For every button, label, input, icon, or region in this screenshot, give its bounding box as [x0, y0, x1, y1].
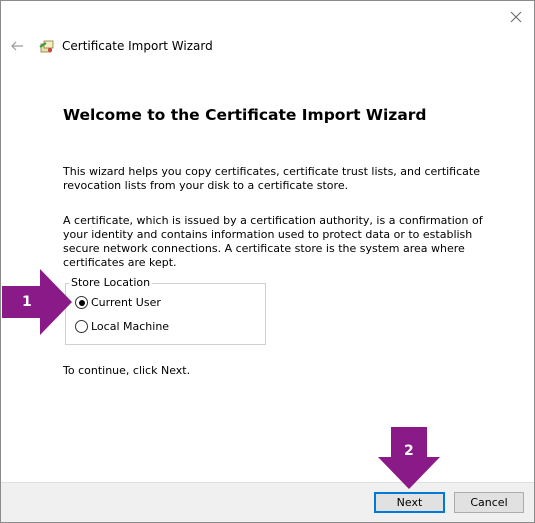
callout-number-2: 2	[404, 443, 414, 459]
radio-local-machine[interactable]: Local Machine	[75, 320, 169, 333]
next-button[interactable]: Next	[374, 492, 445, 513]
wizard-title: Certificate Import Wizard	[62, 39, 213, 53]
close-button[interactable]	[506, 7, 526, 27]
certificate-icon	[39, 40, 54, 53]
wizard-window: Certificate Import Wizard Welcome to the…	[0, 0, 535, 523]
radio-label-current-user: Current User	[91, 296, 161, 309]
callout-number-1: 1	[22, 294, 32, 310]
callout-arrow-1	[2, 269, 72, 335]
radio-button-unchecked[interactable]	[75, 320, 88, 333]
description-paragraph: A certificate, which is issued by a cert…	[63, 214, 483, 269]
back-arrow-icon	[11, 41, 23, 51]
radio-current-user[interactable]: Current User	[75, 296, 161, 309]
radio-button-checked[interactable]	[75, 296, 88, 309]
cancel-button[interactable]: Cancel	[454, 492, 524, 513]
intro-paragraph: This wizard helps you copy certificates,…	[63, 165, 480, 192]
close-icon	[510, 11, 522, 23]
wizard-header: Certificate Import Wizard	[9, 36, 213, 56]
back-button[interactable]	[9, 38, 25, 54]
store-location-group	[65, 283, 266, 345]
continue-instruction: To continue, click Next.	[63, 364, 191, 377]
radio-label-local-machine: Local Machine	[91, 320, 170, 333]
store-location-label: Store Location	[69, 276, 153, 289]
page-title: Welcome to the Certificate Import Wizard	[63, 106, 427, 124]
